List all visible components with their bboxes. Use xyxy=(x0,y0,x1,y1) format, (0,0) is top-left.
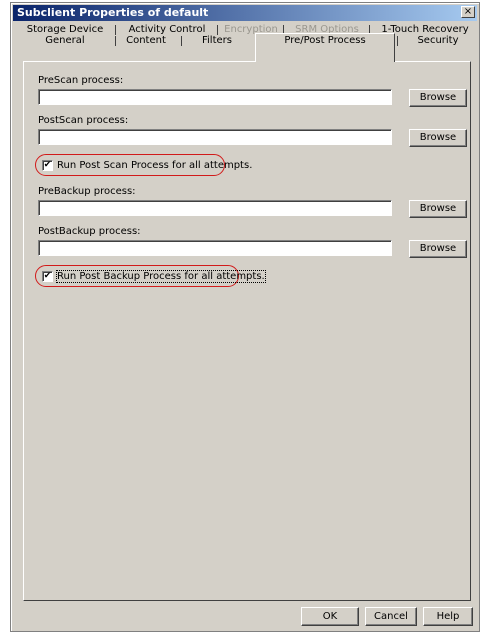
prebackup-label: PreBackup process: xyxy=(38,186,136,197)
close-button[interactable]: × xyxy=(461,6,475,18)
tab-filters[interactable]: Filters xyxy=(185,34,249,48)
prebackup-browse-button[interactable]: Browse xyxy=(409,200,467,218)
tab-separator xyxy=(115,25,116,35)
window-title: Subclient Properties of default xyxy=(17,6,209,19)
ok-button[interactable]: OK xyxy=(301,607,359,626)
postscan-all-attempts-option[interactable]: ✔ Run Post Scan Process for all attempts… xyxy=(35,154,252,176)
postscan-all-attempts-checkbox[interactable]: ✔ xyxy=(42,159,53,171)
checkmark-icon: ✔ xyxy=(43,270,52,281)
tab-separator xyxy=(397,36,398,46)
postscan-browse-button[interactable]: Browse xyxy=(409,129,467,147)
cancel-button[interactable]: Cancel xyxy=(365,607,417,626)
tab-pre-post-process[interactable]: Pre/Post Process xyxy=(255,33,395,62)
prebackup-input[interactable] xyxy=(38,200,392,216)
tab-security[interactable]: Security xyxy=(399,34,477,48)
subclient-properties-dialog: Subclient Properties of default × Storag… xyxy=(10,2,480,632)
postbackup-label: PostBackup process: xyxy=(38,226,141,237)
postbackup-all-attempts-option[interactable]: ✔ Run Post Backup Process for all attemp… xyxy=(35,265,266,287)
checkmark-icon: ✔ xyxy=(43,159,52,170)
postbackup-all-attempts-label: Run Post Backup Process for all attempts… xyxy=(56,269,266,283)
prescan-input[interactable] xyxy=(38,89,392,105)
tab-separator xyxy=(115,36,116,46)
postscan-input[interactable] xyxy=(38,129,392,145)
tab-separator xyxy=(181,36,182,46)
postbackup-browse-button[interactable]: Browse xyxy=(409,240,467,258)
help-button[interactable]: Help xyxy=(423,607,473,626)
title-bar[interactable]: Subclient Properties of default × xyxy=(13,5,477,21)
tab-general[interactable]: General xyxy=(17,34,113,48)
tab-content[interactable]: Content xyxy=(119,34,173,48)
prescan-label: PreScan process: xyxy=(38,75,124,86)
postscan-label: PostScan process: xyxy=(38,115,129,126)
close-icon: × xyxy=(463,6,473,17)
postbackup-input[interactable] xyxy=(38,240,392,256)
postbackup-all-attempts-checkbox[interactable]: ✔ xyxy=(42,270,53,282)
prescan-browse-button[interactable]: Browse xyxy=(409,89,467,107)
postscan-all-attempts-label: Run Post Scan Process for all attempts. xyxy=(57,159,253,171)
